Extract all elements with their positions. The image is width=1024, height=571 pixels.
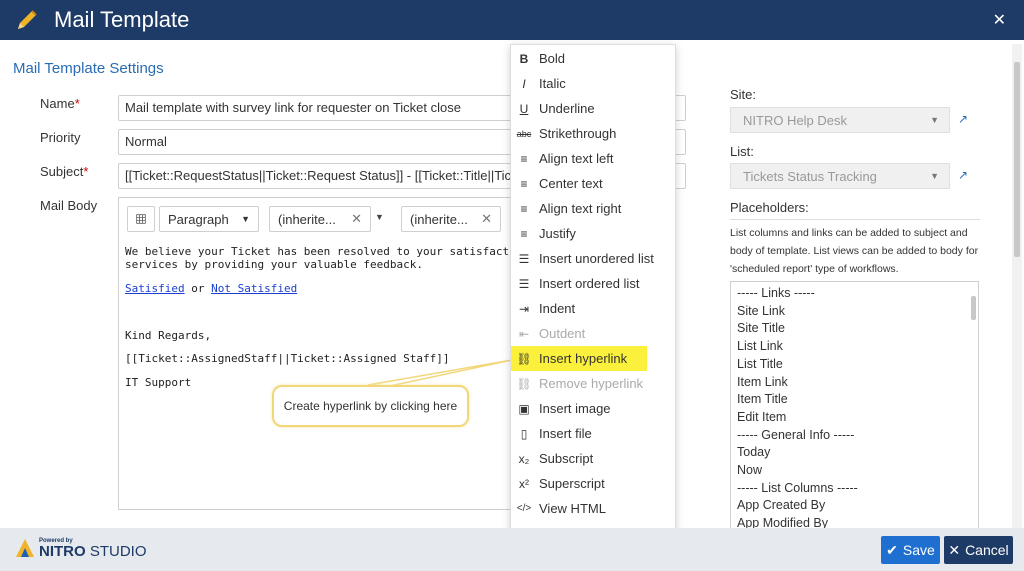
list-value: Tickets Status Tracking — [743, 169, 877, 184]
menu-item-label: View HTML — [539, 501, 606, 516]
menu-item-view-html[interactable]: </> View HTML — [511, 496, 677, 521]
menu-item-subscript[interactable]: x₂ Subscript — [511, 446, 677, 471]
external-link-icon[interactable]: ↗ — [958, 112, 968, 126]
site-select[interactable]: NITRO Help Desk ▼ — [730, 107, 950, 133]
menu-item-align-text-right[interactable]: ≡ Align text right — [511, 196, 677, 221]
nitro-logo-icon — [16, 539, 34, 557]
menu-item-label: Superscript — [539, 476, 605, 491]
menu-item-label: Center text — [539, 176, 603, 191]
menu-item-label: Bold — [539, 51, 566, 66]
ordered-list-icon: ☰ — [518, 276, 530, 291]
placeholders-list[interactable]: ----- Links ----- Site Link Site Title List… — [730, 281, 979, 531]
unlink-icon: ⛓ — [516, 376, 532, 391]
placeholders-label: Placeholders: — [730, 200, 809, 215]
image-icon: ▣ — [518, 401, 530, 416]
subscript-icon: x₂ — [518, 451, 530, 466]
placeholder-item[interactable]: ----- List Columns ----- — [737, 481, 858, 495]
menu-item-label: Insert ordered list — [539, 276, 640, 291]
strikethrough-icon: abc — [516, 128, 532, 139]
site-value: NITRO Help Desk — [743, 113, 848, 128]
menu-item-italic[interactable]: I Italic — [511, 71, 677, 96]
placeholder-item[interactable]: Today — [737, 445, 770, 459]
align-right-icon: ≡ — [520, 201, 528, 216]
menu-item-bold[interactable]: B Bold — [511, 46, 677, 71]
footer: Powered by NITRO STUDIO — [0, 528, 1024, 571]
hyperlink-callout: Create hyperlink by clicking here — [272, 385, 469, 427]
list-scrollbar[interactable] — [971, 296, 976, 320]
placeholder-item[interactable]: Item Title — [737, 392, 788, 406]
menu-item-label: Insert unordered list — [539, 251, 654, 266]
superscript-icon: x² — [519, 476, 529, 491]
placeholder-item[interactable]: App Created By — [737, 498, 825, 512]
placeholder-item[interactable]: Edit Item — [737, 410, 786, 424]
menu-item-label: Strikethrough — [539, 126, 617, 141]
code-icon: </> — [516, 503, 532, 514]
justify-icon: ≡ — [520, 226, 528, 241]
align-center-icon: ≡ — [520, 176, 528, 191]
placeholder-item[interactable]: Site Link — [737, 304, 785, 318]
menu-item-center-text[interactable]: ≡ Center text — [511, 171, 677, 196]
nitro-studio-logo: Powered by NITRO STUDIO — [14, 537, 147, 559]
link-icon: ⛓ — [516, 351, 532, 366]
menu-item-strikethrough[interactable]: abc Strikethrough — [511, 121, 677, 146]
menu-item-insert-file[interactable]: ▯ Insert file — [511, 421, 677, 446]
bold-icon: B — [519, 51, 529, 66]
menu-item-label: Italic — [539, 76, 566, 91]
italic-icon: I — [522, 76, 526, 91]
chevron-down-icon: ▼ — [930, 115, 939, 125]
external-link-icon[interactable]: ↗ — [958, 168, 968, 182]
menu-item-outdent[interactable]: ⇤ Outdent — [511, 321, 677, 346]
outdent-icon: ⇤ — [518, 326, 530, 341]
file-icon: ▯ — [520, 426, 528, 441]
menu-item-label: Subscript — [539, 451, 594, 466]
page-scrollbar[interactable] — [1012, 44, 1022, 528]
format-context-menu: B Bold I Italic U Underline abc Strikethrough ≡ A… — [510, 44, 676, 571]
check-icon: ✔ — [886, 541, 898, 558]
placeholder-item[interactable]: List Link — [737, 339, 783, 353]
save-button[interactable]: ✔ Save — [881, 536, 940, 564]
site-label: Site: — [730, 87, 757, 102]
menu-item-insert-ordered-list[interactable]: ☰ Insert ordered list — [511, 271, 677, 296]
indent-icon: ⇥ — [518, 301, 530, 316]
placeholder-item[interactable]: ----- General Info ----- — [737, 428, 854, 442]
menu-item-insert-unordered-list[interactable]: ☰ Insert unordered list — [511, 246, 677, 271]
list-label: List: — [730, 144, 754, 159]
menu-item-label: Justify — [539, 226, 576, 241]
menu-item-label: Outdent — [539, 326, 586, 341]
align-left-icon: ≡ — [520, 151, 528, 166]
menu-item-superscript[interactable]: x² Superscript — [511, 471, 677, 496]
menu-item-label: Insert hyperlink — [539, 351, 628, 366]
menu-item-align-text-left[interactable]: ≡ Align text left — [511, 146, 677, 171]
menu-item-label: Remove hyperlink — [539, 376, 644, 391]
menu-item-indent[interactable]: ⇥ Indent — [511, 296, 677, 321]
unordered-list-icon: ☰ — [518, 251, 530, 266]
cancel-button[interactable]: ✕ Cancel — [944, 536, 1013, 564]
menu-item-label: Align text right — [539, 201, 622, 216]
placeholder-item[interactable]: Item Link — [737, 375, 788, 389]
menu-item-label: Underline — [539, 101, 595, 116]
underline-icon: U — [519, 101, 529, 116]
placeholder-item[interactable]: Now — [737, 463, 762, 477]
chevron-down-icon: ▼ — [930, 171, 939, 181]
menu-item-underline[interactable]: U Underline — [511, 96, 677, 121]
placeholder-item[interactable]: ----- Links ----- — [737, 286, 815, 300]
placeholder-item[interactable]: List Title — [737, 357, 783, 371]
menu-item-justify[interactable]: ≡ Justify — [511, 221, 677, 246]
placeholder-item[interactable]: Site Title — [737, 321, 785, 335]
menu-item-remove-hyperlink[interactable]: ⛓ Remove hyperlink — [511, 371, 677, 396]
placeholders-help-text: List columns and links can be added to s… — [730, 227, 979, 275]
menu-item-label: Align text left — [539, 151, 614, 166]
divider — [730, 219, 980, 220]
menu-item-label: Insert file — [539, 426, 592, 441]
close-icon: ✕ — [948, 541, 961, 558]
menu-item-insert-image[interactable]: ▣ Insert image — [511, 396, 677, 421]
list-select[interactable]: Tickets Status Tracking ▼ — [730, 163, 950, 189]
menu-item-label: Insert image — [539, 401, 611, 416]
menu-item-label: Indent — [539, 301, 576, 316]
menu-item-insert-hyperlink[interactable]: ⛓ Insert hyperlink — [511, 346, 647, 371]
